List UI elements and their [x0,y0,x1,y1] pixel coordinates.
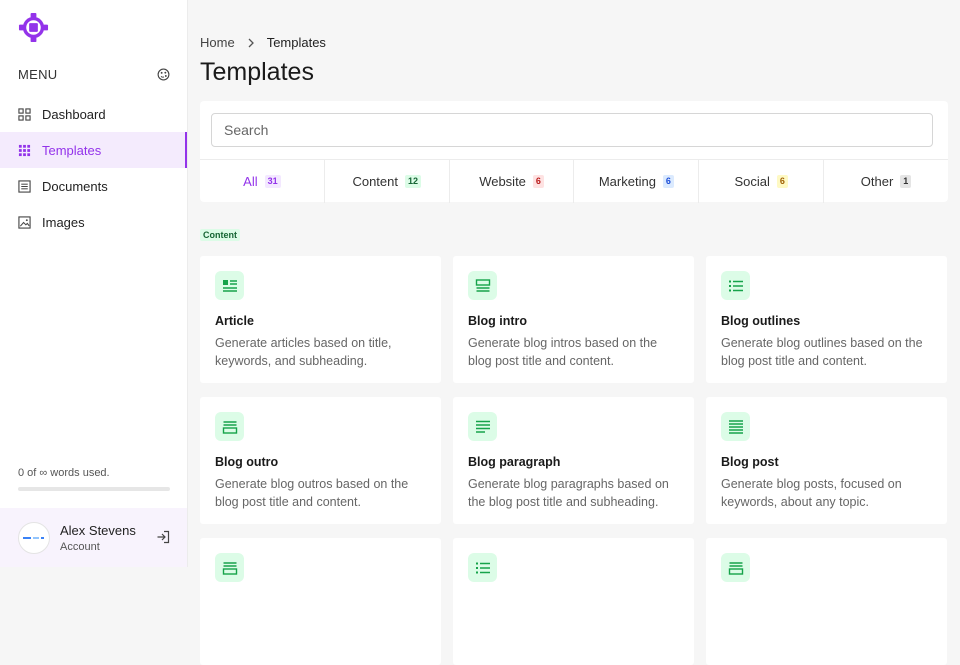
breadcrumb: Home Templates [200,35,326,50]
blog-intro-icon [468,271,497,300]
filter-panel: All 31 Content 12 Website 6 Marketing 6 Social 6 O… [200,101,948,203]
tab-marketing[interactable]: Marketing 6 [574,160,700,203]
breadcrumb-current: Templates [266,35,326,50]
tab-social[interactable]: Social 6 [699,160,825,203]
sidebar-item-label: Dashboard [42,106,106,122]
card-title: Blog outlines [721,314,801,328]
tab-website[interactable]: Website 6 [450,160,575,203]
account-subtitle: Account [60,541,100,553]
image-icon [18,215,31,229]
avatar-logo-icon [23,537,44,539]
logout-icon[interactable] [156,530,170,544]
count-badge: 12 [405,175,422,188]
template-card[interactable] [200,538,441,665]
card-description: Generate blog intros based on the blog p… [468,336,658,368]
sidebar-item-dashboard[interactable]: Dashboard [0,96,187,132]
blog-post-icon [721,412,750,441]
sidebar-item-label: Documents [42,178,108,194]
theme-icon[interactable] [157,68,170,81]
card-title: Blog paragraph [468,455,561,469]
page-title: Templates [200,58,314,86]
count-badge: 1 [900,175,912,188]
list-icon [721,271,750,300]
sidebar-nav: Dashboard Templates Documents Images [0,96,187,240]
card-description: Generate blog outlines based on the blog… [721,336,923,368]
card-title: Blog outro [215,455,279,469]
blog-outro-icon [721,553,750,582]
account-name: Alex Stevens [60,523,136,538]
chevron-right-icon [247,38,255,48]
count-badge: 6 [776,175,788,188]
document-icon [18,179,31,193]
tab-label: Social [734,174,770,189]
tab-content[interactable]: Content 12 [325,160,450,203]
count-badge: 6 [662,175,674,188]
template-card[interactable]: Blog intro Generate blog intros based on … [453,256,694,383]
account-panel[interactable]: Alex Stevens Account [0,508,187,567]
card-description: Generate blog paragraphs based on the bl… [468,477,669,509]
count-badge: 6 [532,175,544,188]
card-title: Blog post [721,455,779,469]
card-description: Generate articles based on title, keywor… [215,336,392,368]
dots-grid-icon [18,144,31,156]
template-card[interactable]: Blog outlines Generate blog outlines base… [706,256,947,383]
tab-label: Content [352,174,398,189]
tab-label: All [243,174,258,189]
usage-progress-bar [18,487,170,491]
section-label: Content [200,229,240,241]
search-input[interactable] [211,113,933,147]
sidebar-item-label: Templates [42,142,102,158]
paragraph-icon [468,412,497,441]
card-title: Blog intro [468,314,528,328]
tab-other[interactable]: Other 1 [824,160,948,203]
logo-icon[interactable] [18,12,49,43]
tab-all[interactable]: All 31 [200,160,325,203]
sidebar-item-documents[interactable]: Documents [0,168,187,204]
card-description: Generate blog outros based on the blog p… [215,477,409,509]
template-card[interactable]: Blog outro Generate blog outros based on … [200,397,441,524]
tab-label: Website [479,174,526,189]
card-title: Article [215,314,254,328]
usage-text: 0 of ∞ words used. [18,467,110,479]
template-card[interactable] [706,538,947,665]
article-icon [215,271,244,300]
card-description: Generate blog posts, focused on keywords… [721,477,902,509]
menu-header: MENU [18,67,170,82]
category-tabs: All 31 Content 12 Website 6 Marketing 6 Social 6 O… [200,159,948,203]
template-card[interactable]: Article Generate articles based on title,… [200,256,441,383]
sidebar-item-images[interactable]: Images [0,204,187,240]
sidebar-item-templates[interactable]: Templates [0,132,187,168]
template-card[interactable] [453,538,694,665]
blog-outro-icon [215,553,244,582]
count-badge: 31 [264,175,281,188]
template-card[interactable]: Blog paragraph Generate blog paragraphs b… [453,397,694,524]
blog-outro-icon [215,412,244,441]
list-icon [468,553,497,582]
breadcrumb-home[interactable]: Home [200,35,235,50]
tab-label: Other [860,174,894,189]
sidebar-item-label: Images [42,214,85,230]
sidebar: MENU Dashboard Templates Documents Image… [0,0,188,567]
template-card[interactable]: Blog post Generate blog posts, focused on… [706,397,947,524]
menu-label: MENU [18,67,58,82]
avatar[interactable] [18,522,50,554]
grid-icon [18,107,31,121]
tab-label: Marketing [598,174,656,189]
